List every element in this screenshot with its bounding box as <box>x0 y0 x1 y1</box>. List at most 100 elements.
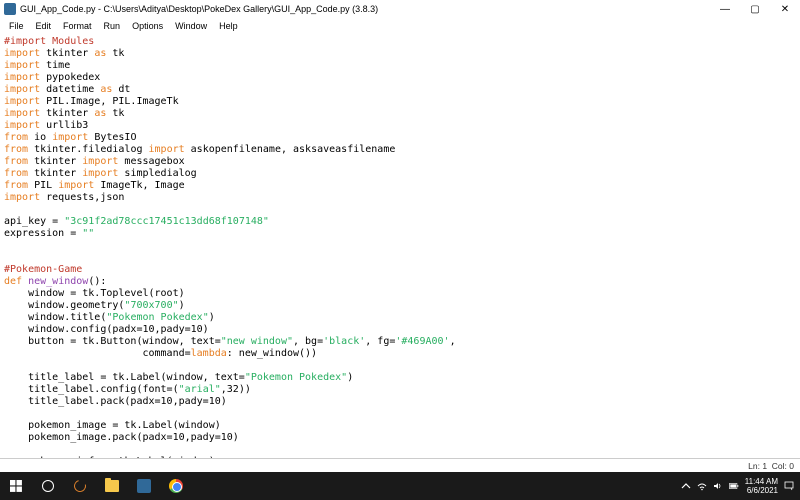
code-fn: new_window <box>28 276 88 287</box>
code-str: "" <box>82 228 94 239</box>
code-text: urllib3 <box>40 120 88 131</box>
code-kw: def <box>4 276 28 287</box>
code-text: askopenfilename, asksaveasfilename <box>185 144 396 155</box>
status-bar: Ln: 1 Col: 0 <box>0 458 800 472</box>
code-kw: import <box>82 168 118 179</box>
code-text: PIL <box>28 180 58 191</box>
task-refresh[interactable] <box>64 472 96 500</box>
code-str: "3c91f2ad78ccc17451c13dd68f107148" <box>64 216 269 227</box>
menu-file[interactable]: File <box>4 20 29 32</box>
idle-window: GUI_App_Code.py - C:\Users\Aditya\Deskto… <box>0 0 800 500</box>
code-kw: as <box>94 108 106 119</box>
code-text: title_label = tk.Label(window, text= <box>4 372 245 383</box>
code-text: expression = <box>4 228 82 239</box>
code-text: pokemon_image.pack(padx=10,pady=10) <box>4 432 239 443</box>
code-text: tkinter.filedialog <box>28 144 148 155</box>
notification-icon[interactable] <box>784 481 794 491</box>
code-text: window.config(padx=10,pady=10) <box>4 324 209 335</box>
menu-run[interactable]: Run <box>99 20 126 32</box>
code-kw: from <box>4 144 28 155</box>
tray-chevron-icon[interactable] <box>681 481 691 491</box>
code-kw: from <box>4 156 28 167</box>
code-text: tkinter <box>40 48 94 59</box>
minimize-button[interactable]: — <box>710 0 740 18</box>
cortana-button[interactable] <box>32 472 64 500</box>
code-kw: import <box>4 192 40 203</box>
code-text: , bg= <box>293 336 323 347</box>
code-text: ,32)) <box>221 384 251 395</box>
window-title: GUI_App_Code.py - C:\Users\Aditya\Deskto… <box>20 4 378 14</box>
code-line: #import Modules <box>4 36 94 47</box>
taskbar: 11:44 AM 6/6/2021 <box>0 472 800 500</box>
code-kw: import <box>4 48 40 59</box>
code-text: ) <box>179 300 185 311</box>
code-text: , fg= <box>365 336 395 347</box>
menu-format[interactable]: Format <box>58 20 97 32</box>
code-text: pypokedex <box>40 72 100 83</box>
menubar: File Edit Format Run Options Window Help <box>0 18 800 34</box>
code-text: time <box>40 60 70 71</box>
code-kw: from <box>4 168 28 179</box>
code-kw: import <box>149 144 185 155</box>
tray-clock[interactable]: 11:44 AM 6/6/2021 <box>745 477 778 495</box>
code-str: "Pokemon Pokedex" <box>106 312 208 323</box>
code-text: BytesIO <box>88 132 136 143</box>
window-controls: — ▢ ✕ <box>710 0 800 18</box>
start-button[interactable] <box>0 472 32 500</box>
code-str: "700x700" <box>124 300 178 311</box>
code-str: 'black' <box>323 336 365 347</box>
task-explorer[interactable] <box>96 472 128 500</box>
taskbar-left <box>0 472 192 500</box>
status-line: Ln: 1 <box>748 461 767 471</box>
tray-date: 6/6/2021 <box>745 486 778 495</box>
code-text: io <box>28 132 52 143</box>
code-kw: import <box>4 96 40 107</box>
windows-icon <box>10 480 23 493</box>
task-idle[interactable] <box>128 472 160 500</box>
battery-icon[interactable] <box>729 481 739 491</box>
code-text: tkinter <box>28 168 82 179</box>
code-kw: import <box>4 108 40 119</box>
cortana-icon <box>42 480 54 492</box>
task-chrome[interactable] <box>160 472 192 500</box>
menu-edit[interactable]: Edit <box>31 20 57 32</box>
code-editor[interactable]: #import Modules import tkinter as tk imp… <box>0 34 800 458</box>
chrome-icon <box>169 479 183 493</box>
menu-window[interactable]: Window <box>170 20 212 32</box>
maximize-button[interactable]: ▢ <box>740 0 770 18</box>
code-text: : new_window()) <box>227 348 317 359</box>
tray-time: 11:44 AM <box>745 477 778 486</box>
code-text: (): <box>88 276 106 287</box>
code-text: messagebox <box>118 156 184 167</box>
menu-options[interactable]: Options <box>127 20 168 32</box>
code-text: requests,json <box>40 192 124 203</box>
code-kw: as <box>100 84 112 95</box>
code-text: pokemon_image = tk.Label(window) <box>4 420 221 431</box>
code-kw: import <box>4 84 40 95</box>
code-kw: as <box>94 48 106 59</box>
status-col: Col: 0 <box>772 461 794 471</box>
close-button[interactable]: ✕ <box>770 0 800 18</box>
code-text: PIL.Image, PIL.ImageTk <box>40 96 178 107</box>
wifi-icon[interactable] <box>697 481 707 491</box>
folder-icon <box>105 480 119 492</box>
code-kw: lambda <box>191 348 227 359</box>
code-text: ) <box>347 372 353 383</box>
code-kw: import <box>82 156 118 167</box>
code-text: dt <box>112 84 130 95</box>
menu-help[interactable]: Help <box>214 20 243 32</box>
system-tray: 11:44 AM 6/6/2021 <box>681 477 800 495</box>
code-text: title_label.pack(padx=10,pady=10) <box>4 396 227 407</box>
code-text: tk <box>106 108 124 119</box>
titlebar-left: GUI_App_Code.py - C:\Users\Aditya\Deskto… <box>0 3 378 15</box>
code-text: window.geometry( <box>4 300 124 311</box>
code-str: "Pokemon Pokedex" <box>245 372 347 383</box>
code-text: ) <box>209 312 215 323</box>
code-text: ImageTk, Image <box>94 180 184 191</box>
titlebar: GUI_App_Code.py - C:\Users\Aditya\Deskto… <box>0 0 800 18</box>
refresh-icon <box>72 478 88 494</box>
code-str: "arial" <box>179 384 221 395</box>
code-text: simpledialog <box>118 168 196 179</box>
code-kw: import <box>52 132 88 143</box>
volume-icon[interactable] <box>713 481 723 491</box>
